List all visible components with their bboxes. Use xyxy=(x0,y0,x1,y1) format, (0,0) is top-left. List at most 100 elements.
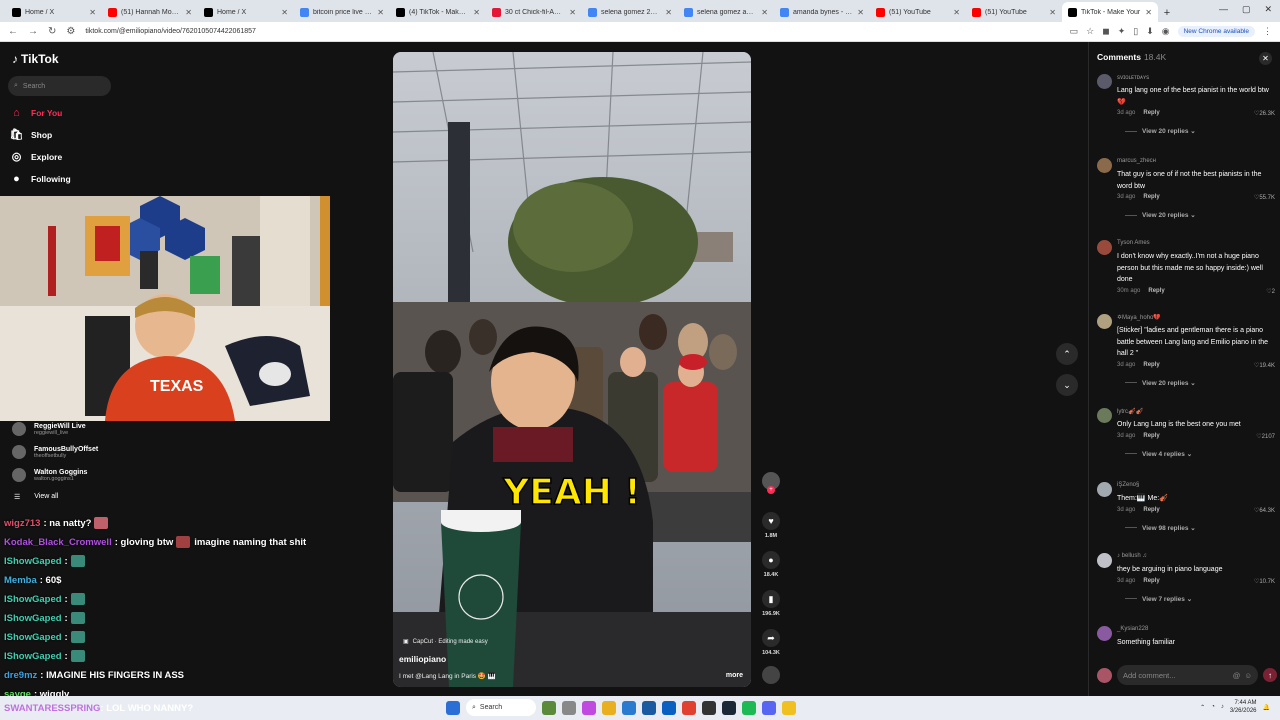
share-action[interactable]: ➦ 104.3K xyxy=(761,629,781,656)
reply-button[interactable]: Reply xyxy=(1143,110,1159,116)
browser-tab[interactable]: amanda bynes - Goog ✕ xyxy=(774,2,870,22)
forward-icon[interactable]: → xyxy=(28,26,38,37)
commenter-avatar[interactable] xyxy=(1097,314,1112,329)
video-player[interactable]: YEAH ! ▣ CapCut · Editing made easy emil… xyxy=(393,52,751,687)
reply-button[interactable]: Reply xyxy=(1143,194,1159,200)
discord-icon[interactable] xyxy=(762,700,776,715)
next-video-button[interactable]: ⌄ xyxy=(1056,374,1078,396)
steam-icon[interactable] xyxy=(722,700,736,715)
post-comment-button[interactable]: ↑ xyxy=(1263,668,1277,682)
following-account[interactable]: FamousBullyOffset theoffsetbully xyxy=(12,445,98,459)
tab-close-icon[interactable]: ✕ xyxy=(953,8,960,17)
save-action[interactable]: ▮ 196.9K xyxy=(761,590,781,617)
obs-icon[interactable] xyxy=(702,700,716,715)
comment-like[interactable]: ♡10.7K xyxy=(1254,578,1275,585)
browser-tab[interactable]: Home / X ✕ xyxy=(198,2,294,22)
commenter-avatar[interactable] xyxy=(1097,74,1112,89)
tab-close-icon[interactable]: ✕ xyxy=(1145,8,1152,17)
sound-action[interactable] xyxy=(761,666,781,684)
comment-like[interactable]: ♡26.3K xyxy=(1254,110,1275,117)
new-tab-button[interactable]: + xyxy=(1158,4,1176,22)
commenter-name[interactable]: Tyson Ames xyxy=(1117,240,1150,246)
following-account[interactable]: Walton Goggins walton.goggins1 xyxy=(12,468,87,482)
commenter-avatar[interactable] xyxy=(1097,240,1112,255)
download-icon[interactable]: ⬇ xyxy=(1146,26,1154,37)
capcut-tag[interactable]: ▣ CapCut · Editing made easy xyxy=(403,638,488,646)
follow-plus-icon[interactable]: + xyxy=(767,486,775,494)
close-comments-button[interactable]: ✕ xyxy=(1259,52,1272,65)
reply-button[interactable]: Reply xyxy=(1148,288,1164,294)
video-author[interactable]: emiliopiano xyxy=(399,654,446,664)
task-view-icon[interactable] xyxy=(562,700,576,715)
browser-tab[interactable]: selena gomez age - Go ✕ xyxy=(678,2,774,22)
tab-close-icon[interactable]: ✕ xyxy=(281,8,288,17)
comment-like[interactable]: ♡55.7K xyxy=(1254,194,1275,201)
tab-close-icon[interactable]: ✕ xyxy=(665,8,672,17)
browser-tab[interactable]: 30 ct Chick-fil-A® Nug ✕ xyxy=(486,2,582,22)
commenter-avatar[interactable] xyxy=(1097,626,1112,641)
previous-video-button[interactable]: ⌃ xyxy=(1056,343,1078,365)
commenter-avatar[interactable] xyxy=(1097,158,1112,173)
comment-like[interactable]: ♡2 xyxy=(1266,288,1275,295)
cast-icon[interactable]: ▭ xyxy=(1070,26,1079,37)
view-replies-button[interactable]: View 20 replies ⌄ xyxy=(1125,211,1196,219)
view-all-link[interactable]: ☰ View all xyxy=(14,493,58,501)
sidebar-item-explore[interactable]: ◎ Explore xyxy=(10,150,63,163)
back-icon[interactable]: ← xyxy=(8,26,18,37)
store-icon[interactable] xyxy=(642,700,656,715)
commenter-name[interactable]: ♪ bellush ♫ xyxy=(1117,553,1147,559)
tiktok-logo[interactable]: ♪ TikTok xyxy=(12,52,59,66)
reply-button[interactable]: Reply xyxy=(1143,507,1159,513)
commenter-name[interactable]: ✡Maya_hoho💔 xyxy=(1117,314,1161,321)
bookmark-star-icon[interactable]: ☆ xyxy=(1086,26,1094,37)
browser-tab[interactable]: (51) Hannah Montana✕ xyxy=(102,2,198,22)
spotify-icon[interactable] xyxy=(742,700,756,715)
tab-close-icon[interactable]: ✕ xyxy=(89,8,96,17)
comment-like[interactable]: ♡2107 xyxy=(1256,433,1275,440)
reload-icon[interactable]: ↻ xyxy=(48,26,56,37)
tab-close-icon[interactable]: ✕ xyxy=(473,8,480,17)
author-avatar-action[interactable]: + xyxy=(761,472,781,494)
commenter-name[interactable]: marcus_zhecн xyxy=(1117,158,1156,164)
clock[interactable]: 7:44 AM 3/26/2026 xyxy=(1230,699,1257,715)
chrome-update-button[interactable]: New Chrome available xyxy=(1177,26,1255,37)
edge-icon[interactable] xyxy=(622,700,636,715)
network-icon[interactable]: ◔ xyxy=(1211,704,1215,710)
following-account[interactable]: ReggieWill Live reggiewill_live xyxy=(12,422,86,436)
copilot-icon[interactable] xyxy=(582,700,596,715)
like-action[interactable]: ♥ 1.8M xyxy=(761,512,781,539)
minimize-icon[interactable]: — xyxy=(1219,4,1228,15)
view-replies-button[interactable]: View 20 replies ⌄ xyxy=(1125,127,1196,135)
menu-dots-icon[interactable]: ⋮ xyxy=(1263,26,1272,37)
sidebar-item-for-you[interactable]: ⌂ For You xyxy=(10,106,62,119)
taskbar-search[interactable]: ⌕ Search xyxy=(466,699,536,716)
tray-chevron-icon[interactable]: ⌃ xyxy=(1200,704,1205,711)
maximize-icon[interactable]: ▢ xyxy=(1242,4,1251,15)
chrome-icon[interactable] xyxy=(682,700,696,715)
browser-tab[interactable]: (51) YouTube ✕ xyxy=(966,2,1062,22)
view-replies-button[interactable]: View 7 replies ⌄ xyxy=(1125,595,1192,603)
comment-bubble-icon[interactable]: ● xyxy=(762,551,780,569)
file-explorer-icon[interactable] xyxy=(602,700,616,715)
extension-icon[interactable]: ◼ xyxy=(1102,26,1109,37)
comment-like[interactable]: ♡64.3K xyxy=(1254,507,1275,514)
tab-close-icon[interactable]: ✕ xyxy=(1049,8,1056,17)
commenter-avatar[interactable] xyxy=(1097,553,1112,568)
commenter-avatar[interactable] xyxy=(1097,408,1112,423)
commenter-avatar[interactable] xyxy=(1097,482,1112,497)
tab-close-icon[interactable]: ✕ xyxy=(761,8,768,17)
search-input[interactable]: ⌕ Search xyxy=(8,76,111,96)
reply-button[interactable]: Reply xyxy=(1143,578,1159,584)
browser-tab[interactable]: (4) TikTok - Make Your ✕ xyxy=(390,2,486,22)
share-arrow-icon[interactable]: ➦ xyxy=(762,629,780,647)
tab-close-icon[interactable]: ✕ xyxy=(857,8,864,17)
comment-like[interactable]: ♡19.4K xyxy=(1254,362,1275,369)
browser-tab[interactable]: TikTok - Make Your ✕ xyxy=(1062,2,1158,22)
widgets-icon[interactable] xyxy=(542,700,556,715)
close-window-icon[interactable]: ✕ xyxy=(1264,4,1272,15)
profile-icon[interactable]: ◉ xyxy=(1162,26,1170,37)
windows-start-icon[interactable] xyxy=(446,700,460,715)
notification-bell-icon[interactable]: 🔔 xyxy=(1263,704,1270,711)
sound-disc-icon[interactable] xyxy=(762,666,780,684)
more-button[interactable]: more xyxy=(726,672,743,679)
